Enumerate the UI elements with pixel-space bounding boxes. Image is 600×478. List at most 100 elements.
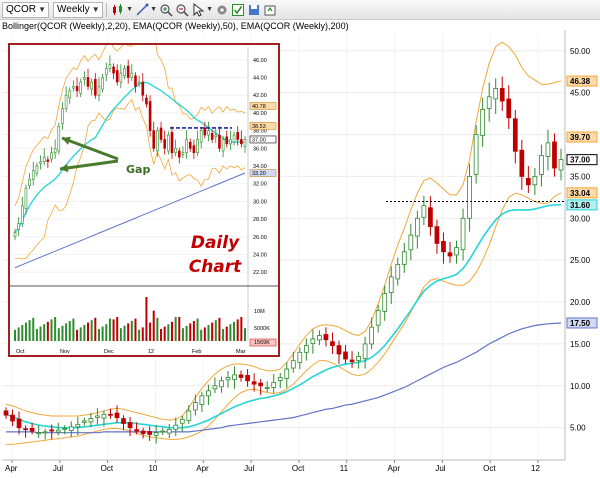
candle-body — [62, 428, 68, 430]
candle-body — [42, 431, 48, 434]
candle-body — [317, 335, 322, 341]
candle-body — [225, 136, 229, 145]
candle-body — [134, 429, 139, 432]
chart-window: QCOR ▼ Weekly ▼ ▼ ▼ ▼ Bollinger(QCOR (We… — [0, 0, 600, 478]
y-tick-label: 26.00 — [253, 235, 267, 241]
price-tag-label: 33.20 — [252, 171, 266, 177]
volume-bar — [200, 329, 203, 341]
candle-body — [236, 132, 240, 140]
volume-bar — [189, 323, 192, 341]
volume-bar — [167, 324, 170, 341]
candle-body — [140, 430, 146, 434]
candle-body — [101, 413, 107, 419]
candle-body — [141, 81, 145, 96]
volume-bar — [108, 318, 111, 341]
candle-body — [126, 65, 130, 78]
candle-body — [57, 125, 61, 152]
x-tick-label: 12 — [148, 349, 154, 355]
candle-body — [177, 150, 181, 158]
candle-body — [203, 127, 207, 136]
volume-bar — [119, 328, 122, 341]
volume-bar — [130, 321, 133, 341]
volume-bar — [222, 329, 225, 341]
volume-bar — [225, 326, 228, 341]
candle-body — [486, 96, 492, 109]
candle-body — [101, 77, 104, 90]
candle-body — [558, 159, 564, 171]
candle-body — [20, 205, 24, 224]
volume-bar — [24, 322, 27, 341]
daily-chart: 22.00 24.00 26.00 28.00 30.00 32.00 34.00 36.00… — [10, 45, 278, 355]
candle-body — [401, 251, 407, 265]
volume-bar — [94, 317, 97, 341]
candle-body — [388, 276, 394, 294]
candle-body — [173, 424, 179, 430]
y-tick-label: 10.00 — [570, 382, 591, 391]
candle-body — [336, 345, 342, 355]
y-tick-label: 5.00 — [570, 424, 586, 433]
candle-body — [499, 88, 505, 102]
candle-body — [166, 428, 172, 434]
volume-bar — [76, 329, 79, 341]
price-tag-label: 33.04 — [570, 189, 591, 198]
candle-body — [88, 418, 94, 423]
price-tag-label: 39.70 — [570, 133, 591, 142]
candle-body — [258, 382, 264, 387]
candle-body — [123, 68, 126, 77]
volume-bar — [152, 310, 155, 341]
candle-body — [75, 86, 79, 92]
volume-bar — [123, 325, 126, 341]
volume-bar — [181, 328, 184, 341]
candle-body — [408, 234, 414, 251]
volume-bar — [138, 329, 141, 341]
volume-bar — [218, 317, 221, 341]
candle-body — [229, 139, 232, 145]
candle-body — [264, 387, 270, 389]
candle-body — [108, 63, 112, 69]
candle-body — [199, 395, 205, 405]
candle-body — [31, 170, 35, 180]
candle-body — [61, 108, 64, 124]
y-tick-label: 45.00 — [570, 89, 591, 98]
candle-body — [525, 178, 531, 186]
price-tag-label: 46.38 — [570, 77, 591, 86]
candle-body — [369, 326, 375, 345]
y-tick-label: 30.00 — [570, 214, 591, 223]
volume-bar — [46, 321, 49, 341]
candle-body — [428, 207, 433, 228]
x-tick-label: Oct — [483, 464, 496, 473]
candle-body — [323, 334, 329, 341]
y-tick-label: 22.00 — [253, 270, 267, 276]
candle-body — [434, 226, 440, 244]
candle-body — [303, 345, 309, 353]
y-tick-label: 32.00 — [253, 182, 267, 188]
volume-bar — [185, 325, 188, 341]
x-tick-label: Nov — [60, 349, 70, 355]
price-tag-label: 40.78 — [252, 104, 266, 110]
candle-body — [159, 127, 163, 140]
candle-body — [552, 141, 557, 169]
candle-body — [218, 134, 221, 149]
x-tick-label: Oct — [292, 464, 305, 473]
volume-bar — [50, 319, 53, 341]
candle-body — [35, 165, 39, 174]
price-tag-label: 31.60 — [570, 201, 591, 210]
candle-body — [343, 351, 348, 360]
candle-body — [447, 252, 453, 257]
volume-bar — [156, 317, 159, 341]
candle-body — [181, 152, 185, 155]
candle-body — [467, 175, 472, 219]
candle-body — [297, 351, 303, 364]
candle-body — [238, 374, 244, 378]
volume-bar — [32, 317, 35, 341]
candle-body — [115, 70, 119, 83]
candle-body — [519, 149, 525, 177]
candle-body — [167, 134, 170, 152]
candle-body — [130, 72, 134, 78]
candle-body — [42, 156, 46, 162]
candle-body — [174, 148, 177, 154]
candle-body — [395, 263, 401, 280]
candle-body — [460, 217, 466, 251]
volume-bar — [127, 323, 130, 341]
candle-body — [83, 77, 86, 80]
